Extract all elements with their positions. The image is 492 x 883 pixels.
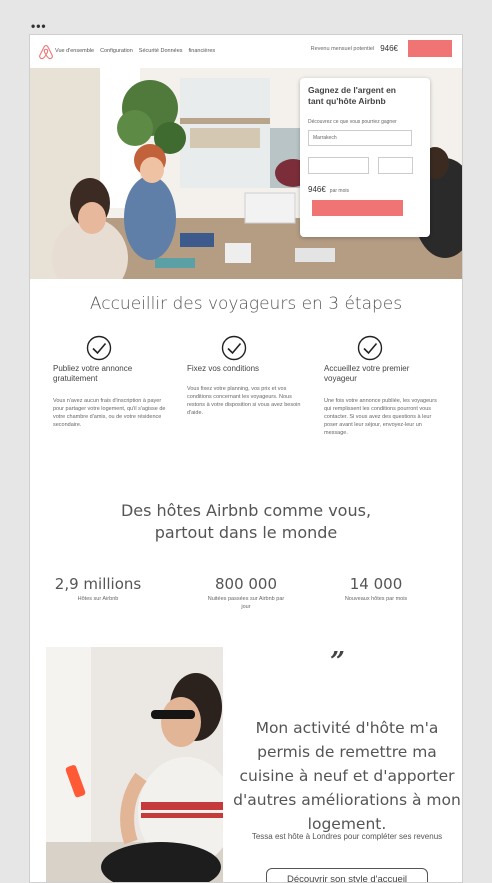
steps-title: Accueillir des voyageurs en 3 étapes <box>89 294 403 314</box>
hero-image: Gagnez de l'argent en tant qu'hôte Airbn… <box>30 68 462 279</box>
earnings-estimate: 946€ par mois <box>308 185 422 194</box>
step-2-title: Fixez vos conditions <box>187 364 260 373</box>
nav-configuration[interactable]: Configuration <box>100 48 133 54</box>
hosts-title-line2: partout dans le monde <box>154 523 338 542</box>
header: Vue d'ensemble Configuration Sécurité Do… <box>30 35 462 68</box>
stat-new-hosts-value: 14 000 <box>349 575 403 593</box>
earnings-card: Gagnez de l'argent en tant qu'hôte Airbn… <box>300 78 430 237</box>
step-3-title: Accueillez votre premier voyageur <box>324 364 410 383</box>
stat-nights-label: Nuitées passées sur Airbnb par jour <box>207 596 285 610</box>
main-nav: Vue d'ensemble Configuration Sécurité Do… <box>55 48 215 54</box>
stat-hosts-value: 2,9 millions <box>54 575 142 593</box>
header-revenue: Revenu mensuel potentiel 946€ <box>311 40 452 57</box>
step-3-text: Une fois votre annonce publiée, les voya… <box>324 398 437 436</box>
revenue-value: 946€ <box>380 44 398 53</box>
guests-select[interactable] <box>308 157 369 174</box>
stat-new-hosts-label: Nouveaux hôtes par mois <box>344 596 408 602</box>
estimate-value: 946€ <box>308 185 326 194</box>
testimonial-quote: Mon activité d'hôte m'a permis de remett… <box>233 719 461 833</box>
header-cta-button[interactable] <box>408 40 452 57</box>
nav-financial[interactable]: financières <box>189 48 216 54</box>
city-input[interactable] <box>308 130 412 146</box>
nav-overview[interactable]: Vue d'ensemble <box>55 48 94 54</box>
check-circle-icon <box>86 335 112 361</box>
stat-hosts: 2,9 millions Hôtes sur Airbnb <box>30 575 168 603</box>
quote-mark-icon: ” <box>330 647 345 677</box>
step-1-text: Vous n'avez aucun frais d'inscription à … <box>53 398 166 428</box>
discover-style-button[interactable]: Découvrir son style d'accueil <box>266 868 428 882</box>
check-circle-icon <box>221 335 247 361</box>
testimonial-author: Tessa est hôte à Londres pour compléter … <box>251 832 443 841</box>
stat-hosts-label: Hôtes sur Airbnb <box>77 596 119 602</box>
window-menu-dots[interactable]: ••• <box>31 19 47 33</box>
stat-nights-value: 800 000 <box>214 575 278 593</box>
card-selects <box>308 157 422 174</box>
host-photo-illustration <box>46 647 223 882</box>
check-circle-icon <box>357 335 383 361</box>
get-started-button[interactable] <box>312 200 403 216</box>
earnings-card-subtitle: Découvrez ce que vous pourriez gagner <box>308 119 397 125</box>
hosts-title: Des hôtes Airbnb comme vous, partout dan… <box>30 500 462 544</box>
room-type-select[interactable] <box>378 157 413 174</box>
host-photo <box>46 647 223 882</box>
step-1-title: Publiez votre annonce gratuitement <box>53 364 133 383</box>
estimate-label: par mois <box>329 188 349 194</box>
stat-nights: 800 000 Nuitées passées sur Airbnb par j… <box>176 575 316 611</box>
hosts-title-line1: Des hôtes Airbnb comme vous, <box>120 501 372 520</box>
page: Vue d'ensemble Configuration Sécurité Do… <box>29 34 463 883</box>
nav-security[interactable]: Sécurité Données <box>139 48 183 54</box>
airbnb-logo-icon[interactable] <box>38 44 54 60</box>
earnings-card-title: Gagnez de l'argent en tant qu'hôte Airbn… <box>308 85 396 106</box>
stat-new-hosts: 14 000 Nouveaux hôtes par mois <box>306 575 446 603</box>
step-2-text: Vous fixez votre planning, vos prix et v… <box>187 386 301 416</box>
revenue-label: Revenu mensuel potentiel <box>310 45 375 52</box>
